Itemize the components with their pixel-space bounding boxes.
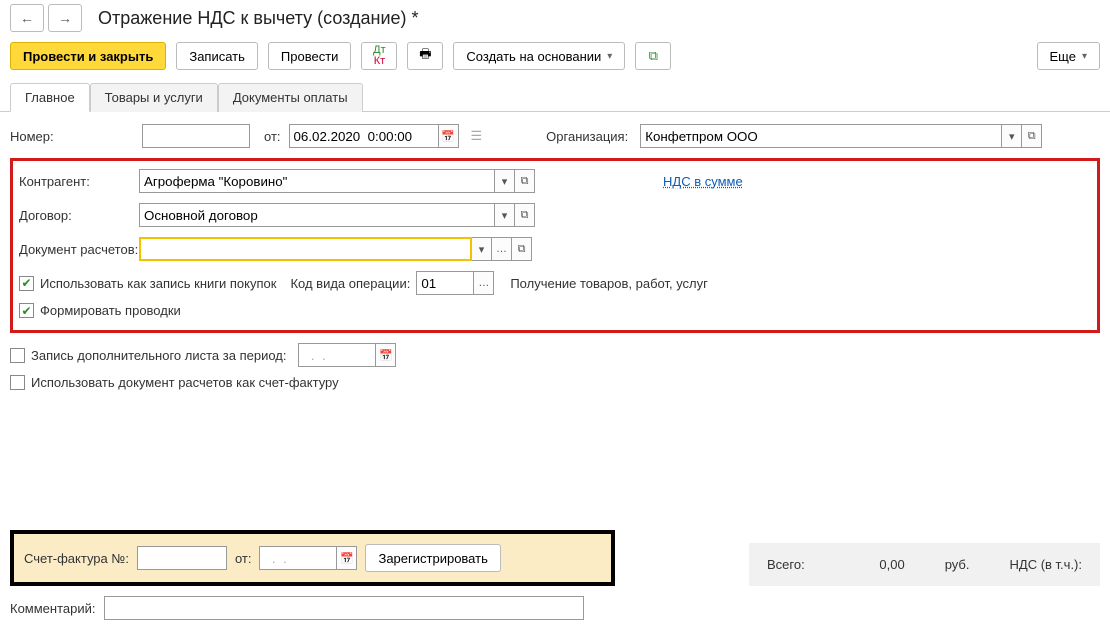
related-icon: ⧉ bbox=[649, 48, 658, 64]
settle-doc-ellipsis-icon[interactable]: … bbox=[492, 237, 512, 261]
nds-label: НДС (в т.ч.): bbox=[1010, 557, 1083, 572]
settle-doc-open-icon[interactable]: ⧉ bbox=[512, 237, 532, 261]
register-invoice-button[interactable]: Зарегистрировать bbox=[365, 544, 500, 572]
counterparty-open-icon[interactable]: ⧉ bbox=[515, 169, 535, 193]
extra-sheet-date[interactable] bbox=[298, 343, 376, 367]
page-title: Отражение НДС к вычету (создание) * bbox=[98, 8, 419, 29]
chk-extra-sheet-label: Запись дополнительного листа за период: bbox=[31, 348, 286, 363]
related-button[interactable]: ⧉ bbox=[635, 42, 671, 70]
contract-label: Договор: bbox=[19, 208, 139, 223]
org-label: Организация: bbox=[546, 129, 628, 144]
counterparty-dropdown-icon[interactable]: ▾ bbox=[495, 169, 515, 193]
post-and-close-button[interactable]: Провести и закрыть bbox=[10, 42, 166, 70]
invoice-from-label: от: bbox=[235, 551, 252, 566]
total-label: Всего: bbox=[767, 557, 805, 572]
create-based-on-button[interactable]: Создать на основании bbox=[453, 42, 625, 70]
post-button[interactable]: Провести bbox=[268, 42, 352, 70]
currency: руб. bbox=[945, 557, 970, 572]
org-open-icon[interactable]: ⧉ bbox=[1022, 124, 1042, 148]
date-input[interactable] bbox=[289, 124, 439, 148]
more-button[interactable]: Еще bbox=[1037, 42, 1100, 70]
extra-sheet-calendar-icon[interactable]: 📅 bbox=[376, 343, 396, 367]
totals-block: Всего: 0,00 руб. НДС (в т.ч.): bbox=[749, 543, 1100, 586]
total-value: 0,00 bbox=[845, 557, 905, 572]
settle-doc-label: Документ расчетов: bbox=[19, 242, 139, 257]
contract-dropdown-icon[interactable]: ▾ bbox=[495, 203, 515, 227]
settle-doc-input[interactable] bbox=[139, 237, 472, 261]
chk-use-doc-as-invoice-label: Использовать документ расчетов как счет-… bbox=[31, 375, 339, 390]
contract-open-icon[interactable]: ⧉ bbox=[515, 203, 535, 227]
calendar-icon[interactable]: 📅 bbox=[439, 124, 459, 148]
chk-purchase-book[interactable]: ✔ bbox=[19, 276, 34, 291]
op-code-desc: Получение товаров, работ, услуг bbox=[510, 276, 708, 291]
tab-paydocs[interactable]: Документы оплаты bbox=[218, 83, 363, 112]
org-dropdown-icon[interactable]: ▾ bbox=[1002, 124, 1022, 148]
op-code-label: Код вида операции: bbox=[290, 276, 410, 291]
nds-mode-link[interactable]: НДС в сумме bbox=[663, 174, 743, 189]
invoice-date-calendar-icon[interactable]: 📅 bbox=[337, 546, 357, 570]
number-label: Номер: bbox=[10, 129, 142, 144]
dtkt-button[interactable]: ДтКт bbox=[361, 42, 397, 70]
org-input[interactable] bbox=[640, 124, 1002, 148]
back-button[interactable]: ← bbox=[10, 4, 44, 32]
number-input[interactable] bbox=[142, 124, 250, 148]
contract-input[interactable] bbox=[139, 203, 495, 227]
invoice-date-input[interactable] bbox=[259, 546, 337, 570]
settle-doc-dropdown-icon[interactable]: ▾ bbox=[472, 237, 492, 261]
chk-purchase-book-label: Использовать как запись книги покупок bbox=[40, 276, 276, 291]
chk-extra-sheet[interactable]: ✔ bbox=[10, 348, 25, 363]
tab-goods[interactable]: Товары и услуги bbox=[90, 83, 218, 112]
print-icon: 🖶 bbox=[419, 45, 431, 67]
arrow-right-icon: → bbox=[58, 10, 72, 26]
list-icon: ☰ bbox=[471, 128, 483, 144]
chk-use-doc-as-invoice[interactable]: ✔ bbox=[10, 375, 25, 390]
comment-input[interactable] bbox=[104, 596, 584, 620]
highlighted-block: Контрагент: ▾ ⧉ НДС в сумме Договор: ▾ ⧉… bbox=[10, 158, 1100, 333]
op-code-ellipsis-icon[interactable]: … bbox=[474, 271, 494, 295]
tab-main[interactable]: Главное bbox=[10, 83, 90, 112]
invoice-num-input[interactable] bbox=[137, 546, 227, 570]
arrow-left-icon: ← bbox=[20, 10, 34, 26]
chk-gen-entries-label: Формировать проводки bbox=[40, 303, 181, 318]
op-code-input[interactable] bbox=[416, 271, 474, 295]
counterparty-label: Контрагент: bbox=[19, 174, 139, 189]
dtkt-icon: ДтКт bbox=[373, 45, 386, 67]
save-button[interactable]: Записать bbox=[176, 42, 258, 70]
date-label: от: bbox=[264, 129, 281, 144]
print-button[interactable]: 🖶 bbox=[407, 42, 443, 70]
counterparty-input[interactable] bbox=[139, 169, 495, 193]
forward-button[interactable]: → bbox=[48, 4, 82, 32]
chk-gen-entries[interactable]: ✔ bbox=[19, 303, 34, 318]
invoice-block: Счет-фактура №: от: 📅 Зарегистрировать bbox=[10, 530, 615, 586]
invoice-num-label: Счет-фактура №: bbox=[24, 551, 129, 566]
comment-label: Комментарий: bbox=[10, 601, 96, 616]
